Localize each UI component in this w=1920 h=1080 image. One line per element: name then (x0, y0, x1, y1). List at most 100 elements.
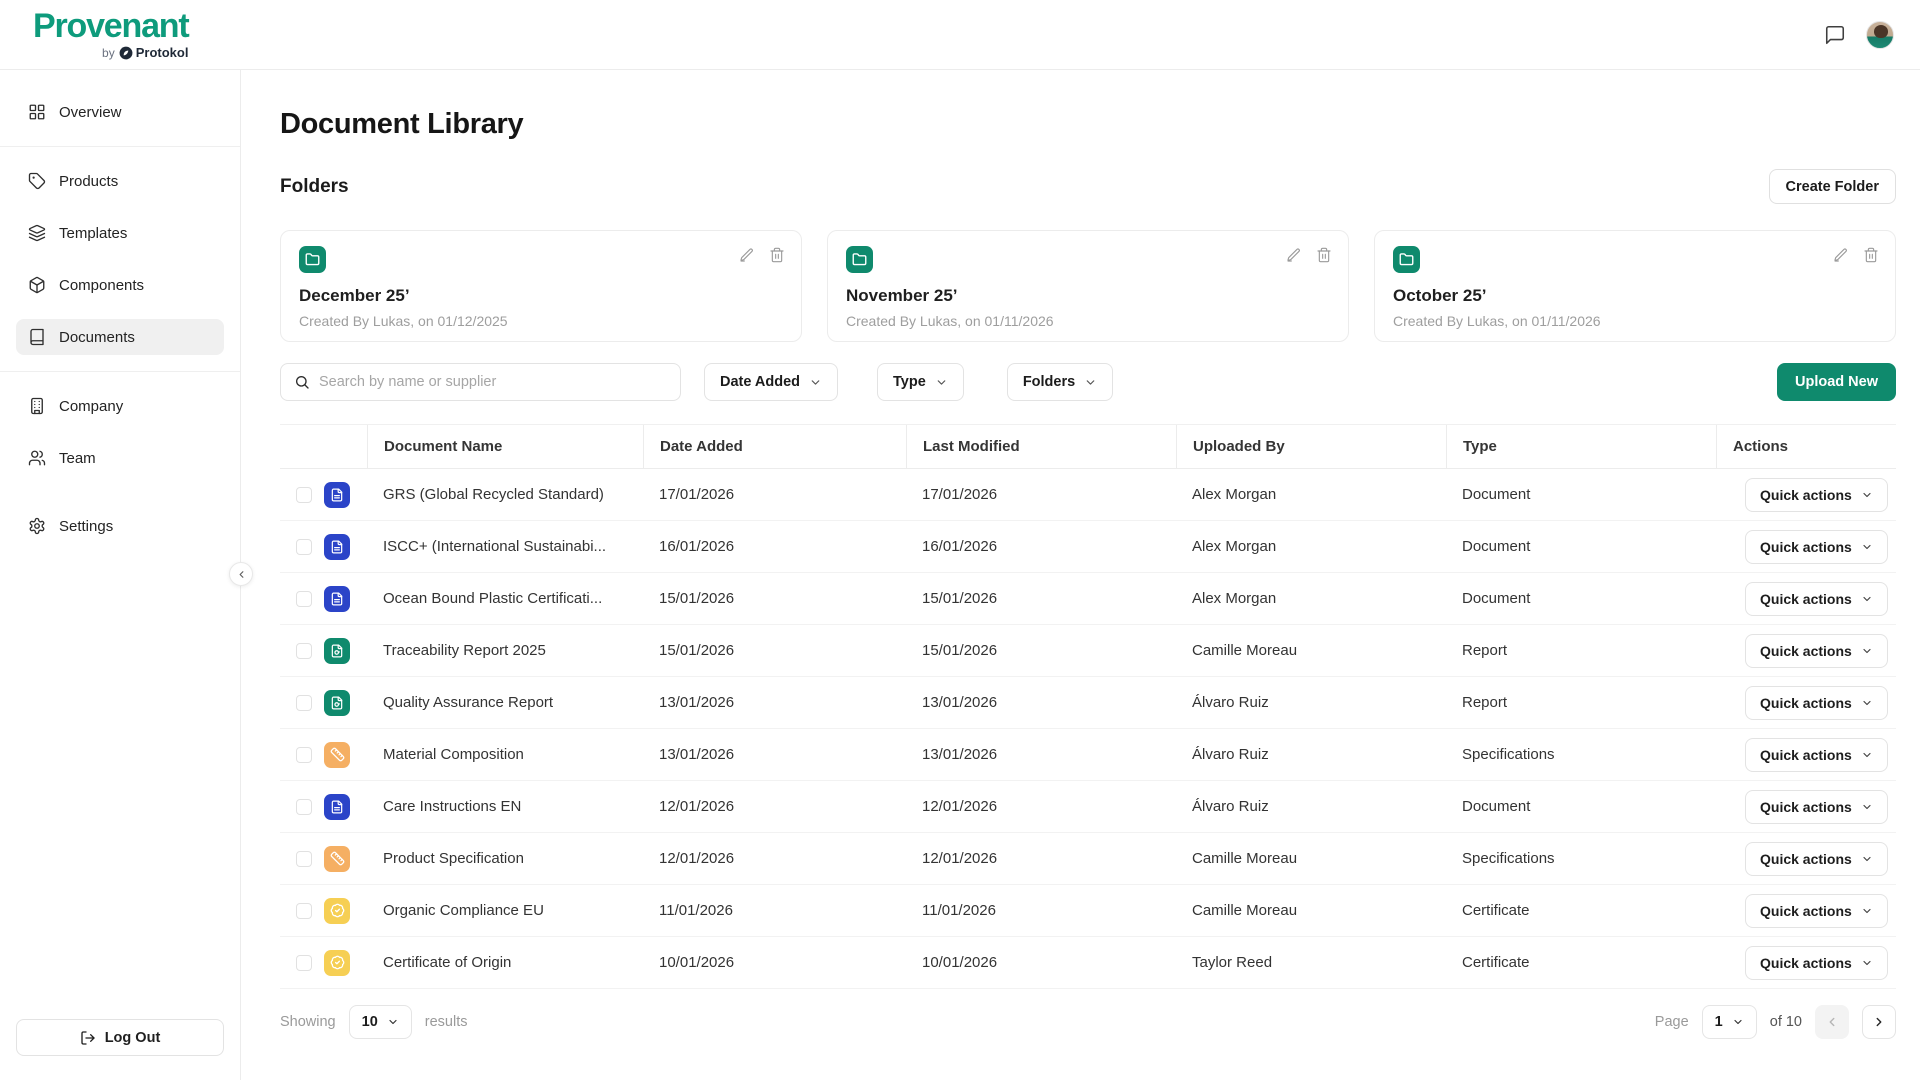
chevron-down-icon (809, 376, 822, 389)
chevron-down-icon (1861, 957, 1873, 969)
table-row[interactable]: Certificate of Origin 10/01/2026 10/01/2… (280, 937, 1896, 989)
protokol-icon (119, 46, 133, 60)
quick-actions-button[interactable]: Quick actions (1745, 894, 1888, 928)
row-checkbox[interactable] (296, 695, 312, 711)
table-row[interactable]: Product Specification 12/01/2026 12/01/2… (280, 833, 1896, 885)
create-folder-button[interactable]: Create Folder (1769, 169, 1896, 204)
chevron-down-icon (935, 376, 948, 389)
doc-name: Quality Assurance Report (367, 694, 643, 711)
table-row[interactable]: Quality Assurance Report 13/01/2026 13/0… (280, 677, 1896, 729)
quick-actions-button[interactable]: Quick actions (1745, 582, 1888, 616)
folder-card[interactable]: November 25’ Created By Lukas, on 01/11/… (827, 230, 1349, 342)
last-modified: 13/01/2026 (906, 694, 1176, 711)
row-checkbox[interactable] (296, 487, 312, 503)
folder-meta: Created By Lukas, on 01/11/2026 (1393, 313, 1877, 329)
sidebar-item-components[interactable]: Components (16, 267, 224, 303)
folder-card[interactable]: December 25’ Created By Lukas, on 01/12/… (280, 230, 802, 342)
last-modified: 15/01/2026 (906, 590, 1176, 607)
quick-actions-button[interactable]: Quick actions (1745, 946, 1888, 980)
quick-actions-button[interactable]: Quick actions (1745, 790, 1888, 824)
prev-page-button[interactable] (1815, 1005, 1849, 1039)
quick-actions-button[interactable]: Quick actions (1745, 686, 1888, 720)
row-checkbox[interactable] (296, 851, 312, 867)
sidebar-item-label: Settings (59, 518, 113, 535)
sidebar-item-overview[interactable]: Overview (16, 94, 224, 130)
header-document-name: Document Name (367, 425, 643, 468)
next-page-button[interactable] (1862, 1005, 1896, 1039)
quick-actions-button[interactable]: Quick actions (1745, 738, 1888, 772)
header-date-added: Date Added (643, 425, 906, 468)
table-row[interactable]: Ocean Bound Plastic Certificati... 15/01… (280, 573, 1896, 625)
page-size-select[interactable]: 10 (349, 1005, 412, 1039)
last-modified: 10/01/2026 (906, 954, 1176, 971)
folder-cards: December 25’ Created By Lukas, on 01/12/… (280, 230, 1896, 342)
doc-name: Organic Compliance EU (367, 902, 643, 919)
date-added: 11/01/2026 (643, 902, 906, 919)
sidebar-collapse-button[interactable] (229, 562, 253, 586)
row-checkbox[interactable] (296, 539, 312, 555)
folders-section-title: Folders (280, 176, 349, 198)
uploaded-by: Taylor Reed (1176, 954, 1446, 971)
doc-name: GRS (Global Recycled Standard) (367, 486, 643, 503)
quick-actions-button[interactable]: Quick actions (1745, 842, 1888, 876)
sidebar-divider (0, 146, 240, 147)
chevron-down-icon (1732, 1016, 1744, 1028)
chat-icon[interactable] (1824, 23, 1848, 47)
doc-type: Certificate (1446, 954, 1716, 971)
quick-actions-button[interactable]: Quick actions (1745, 530, 1888, 564)
table-row[interactable]: Traceability Report 2025 15/01/2026 15/0… (280, 625, 1896, 677)
edit-folder-icon[interactable] (1833, 247, 1849, 263)
quick-actions-label: Quick actions (1760, 695, 1852, 711)
table-row[interactable]: Care Instructions EN 12/01/2026 12/01/20… (280, 781, 1896, 833)
page-select[interactable]: 1 (1702, 1005, 1757, 1039)
cube-icon (28, 276, 46, 294)
doc-type: Document (1446, 798, 1716, 815)
quick-actions-label: Quick actions (1760, 487, 1852, 503)
folder-icon (1393, 246, 1420, 273)
sidebar-item-company[interactable]: Company (16, 388, 224, 424)
header-select (280, 425, 367, 468)
row-checkbox[interactable] (296, 903, 312, 919)
building-icon (28, 397, 46, 415)
table-row[interactable]: Material Composition 13/01/2026 13/01/20… (280, 729, 1896, 781)
row-checkbox[interactable] (296, 591, 312, 607)
upload-new-button[interactable]: Upload New (1777, 363, 1896, 401)
filter-date-added[interactable]: Date Added (704, 363, 838, 401)
doc-type: Specifications (1446, 850, 1716, 867)
delete-folder-icon[interactable] (1863, 247, 1879, 263)
quick-actions-button[interactable]: Quick actions (1745, 478, 1888, 512)
sidebar-item-settings[interactable]: Settings (16, 508, 224, 544)
user-avatar[interactable] (1866, 21, 1894, 49)
table-row[interactable]: Organic Compliance EU 11/01/2026 11/01/2… (280, 885, 1896, 937)
doc-type: Certificate (1446, 902, 1716, 919)
filter-type[interactable]: Type (877, 363, 964, 401)
sidebar-item-products[interactable]: Products (16, 163, 224, 199)
edit-folder-icon[interactable] (739, 247, 755, 263)
doc-type-icon (324, 950, 350, 976)
doc-type-icon (324, 846, 350, 872)
delete-folder-icon[interactable] (1316, 247, 1332, 263)
row-checkbox[interactable] (296, 955, 312, 971)
search-input[interactable] (319, 374, 667, 390)
delete-folder-icon[interactable] (769, 247, 785, 263)
edit-folder-icon[interactable] (1286, 247, 1302, 263)
row-checkbox[interactable] (296, 799, 312, 815)
quick-actions-button[interactable]: Quick actions (1745, 634, 1888, 668)
doc-type-icon (324, 690, 350, 716)
sidebar-item-label: Documents (59, 329, 135, 346)
last-modified: 12/01/2026 (906, 850, 1176, 867)
row-checkbox[interactable] (296, 643, 312, 659)
folder-card[interactable]: October 25’ Created By Lukas, on 01/11/2… (1374, 230, 1896, 342)
table-row[interactable]: ISCC+ (International Sustainabi... 16/01… (280, 521, 1896, 573)
logout-button[interactable]: Log Out (16, 1019, 224, 1056)
doc-name: Ocean Bound Plastic Certificati... (367, 590, 643, 607)
filter-folders[interactable]: Folders (1007, 363, 1113, 401)
search-icon (294, 374, 310, 390)
chevron-down-icon (1861, 905, 1873, 917)
sidebar-item-templates[interactable]: Templates (16, 215, 224, 251)
table-row[interactable]: GRS (Global Recycled Standard) 17/01/202… (280, 469, 1896, 521)
sidebar-item-team[interactable]: Team (16, 440, 224, 476)
sidebar-item-documents[interactable]: Documents (16, 319, 224, 355)
row-checkbox[interactable] (296, 747, 312, 763)
uploaded-by: Álvaro Ruiz (1176, 798, 1446, 815)
